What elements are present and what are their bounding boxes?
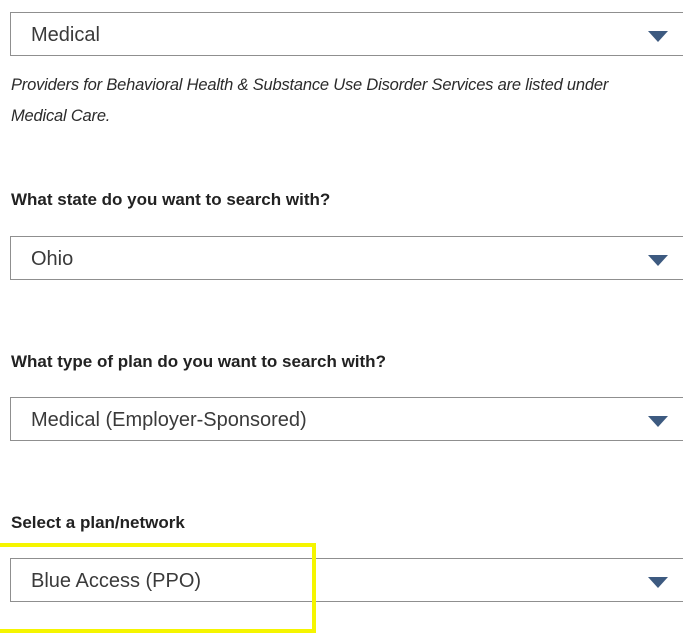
chevron-down-icon[interactable] — [648, 255, 668, 266]
highlight-annotation-box — [0, 543, 316, 633]
plan-type-selected-value: Medical (Employer-Sponsored) — [31, 409, 307, 431]
behavioral-health-note: Providers for Behavioral Health & Substa… — [11, 76, 609, 125]
chevron-down-icon[interactable] — [648, 31, 668, 42]
care-type-selected-value: Medical — [31, 24, 100, 46]
state-question-label: What state do you want to search with? — [11, 190, 331, 209]
chevron-down-icon[interactable] — [648, 577, 668, 588]
state-select[interactable]: Ohio — [10, 236, 683, 280]
care-type-select[interactable]: Medical — [10, 12, 683, 56]
plan-type-select[interactable]: Medical (Employer-Sponsored) — [10, 397, 683, 441]
chevron-down-icon[interactable] — [648, 416, 668, 427]
plan-network-question-label: Select a plan/network — [11, 513, 185, 532]
state-selected-value: Ohio — [31, 248, 74, 270]
plan-type-question-label: What type of plan do you want to search … — [11, 352, 386, 371]
